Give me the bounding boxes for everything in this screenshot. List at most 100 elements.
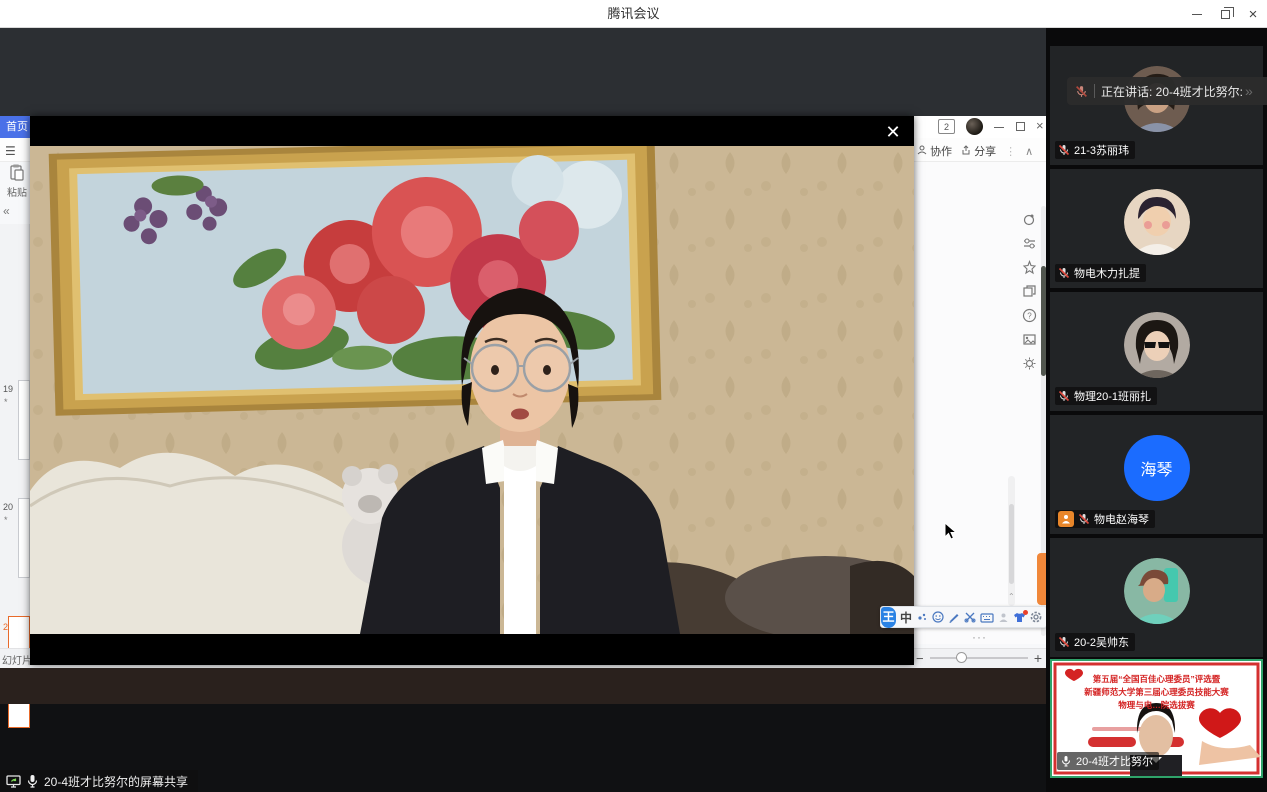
participant-tile[interactable]: 21-3苏丽玮 bbox=[1050, 46, 1263, 165]
window-close-button[interactable]: × bbox=[1239, 0, 1267, 28]
ppt-ribbon-right: 同步 协作 分享 ⋮ ∧ bbox=[900, 142, 1046, 160]
paste-icon bbox=[9, 164, 25, 182]
zoom-out-icon[interactable]: − bbox=[916, 651, 924, 666]
screen-share-icon bbox=[6, 775, 21, 788]
inner-scrollbar-thumb[interactable] bbox=[1009, 504, 1014, 584]
slide-title-lines: 第五届“全国百佳心理委员”评选暨 新疆师范大学第三届心理委员技能大赛 物理与电…… bbox=[1052, 673, 1261, 712]
ime-voice-icon[interactable] bbox=[916, 611, 928, 623]
help-icon[interactable]: ? bbox=[1022, 308, 1037, 323]
zoom-slider-thumb[interactable] bbox=[956, 652, 967, 663]
effects-star-icon[interactable] bbox=[1022, 260, 1037, 275]
name-badge: 21-3苏丽玮 bbox=[1055, 141, 1135, 159]
close-icon: × bbox=[1249, 7, 1258, 22]
app-title: 腾讯会议 bbox=[0, 0, 1267, 28]
ime-settings-icon[interactable] bbox=[1030, 611, 1042, 623]
ppt-close-icon[interactable]: × bbox=[1036, 118, 1044, 133]
paste-label: 粘贴 bbox=[2, 184, 32, 199]
participant-name: 20-4班才比努尔 bbox=[1076, 753, 1153, 769]
name-badge: 物电木力扎提 bbox=[1055, 264, 1146, 282]
mic-muted-icon bbox=[1058, 267, 1070, 279]
toast-chevron-icon: » bbox=[1245, 83, 1253, 99]
ppt-account-avatar[interactable] bbox=[966, 118, 983, 135]
more-ellipsis[interactable]: ··· bbox=[972, 630, 987, 644]
ime-scissors-icon[interactable] bbox=[964, 611, 976, 623]
mic-muted-icon bbox=[1058, 636, 1070, 648]
toast-divider bbox=[1094, 84, 1095, 98]
slide-number: 19 bbox=[3, 384, 13, 394]
window-restore-button[interactable] bbox=[1211, 0, 1239, 28]
hand-raised-badge bbox=[1058, 511, 1074, 527]
participant-tile[interactable]: 物理20-1班丽扎 bbox=[1050, 292, 1263, 411]
participant-tile[interactable]: 海琴 物电赵海琴 bbox=[1050, 415, 1263, 534]
slide-star: * bbox=[4, 397, 8, 407]
mic-muted-icon bbox=[1078, 513, 1090, 525]
participant-tile-speaking[interactable]: ​ ​ ​ 第五届“全国百佳心理委员”评选暨 新疆师范大学第三届心理委员技能大赛… bbox=[1050, 659, 1263, 778]
ime-person-icon[interactable] bbox=[998, 612, 1009, 623]
restore-icon bbox=[1221, 10, 1230, 19]
participant-tile[interactable]: 物电木力扎提 bbox=[1050, 169, 1263, 288]
participant-name: 21-3苏丽玮 bbox=[1074, 142, 1129, 158]
ppt-minimize-icon[interactable] bbox=[994, 127, 1004, 128]
screen-share-banner: 20-4班才比努尔的屏幕共享 bbox=[0, 770, 198, 792]
collab-label[interactable]: 协作 bbox=[917, 143, 952, 159]
slide-thumbnail-panel: 19 * 20 * 21 bbox=[0, 224, 30, 648]
share-banner-text: 20-4班才比努尔的屏幕共享 bbox=[44, 773, 188, 790]
window-minimize-button[interactable] bbox=[1183, 0, 1211, 28]
participant-name: 物电木力扎提 bbox=[1074, 265, 1140, 281]
toast-text: 正在讲话: 20-4班才比努尔: bbox=[1101, 83, 1243, 100]
prev-slide-chevron[interactable]: ⌃ bbox=[1008, 592, 1015, 601]
floating-pen-tool[interactable] bbox=[1037, 553, 1046, 605]
svg-text:?: ? bbox=[1027, 312, 1032, 321]
layout-layers-icon[interactable] bbox=[1022, 284, 1037, 299]
export-image-icon[interactable] bbox=[1022, 332, 1037, 347]
avatar bbox=[1124, 189, 1190, 255]
avatar bbox=[1124, 312, 1190, 378]
ime-keyboard-icon[interactable] bbox=[980, 612, 994, 623]
slide-star: * bbox=[4, 515, 8, 525]
participant-name: 物电赵海琴 bbox=[1094, 511, 1149, 527]
stage-background-top bbox=[0, 28, 1046, 116]
ime-mode-toggle[interactable]: 中 bbox=[900, 609, 912, 626]
ime-logo-icon[interactable]: 王 bbox=[881, 607, 896, 628]
laser-tool-icon[interactable] bbox=[1022, 212, 1037, 227]
page-count-badge: 2 bbox=[938, 119, 955, 134]
zoom-control: − + bbox=[916, 650, 1042, 666]
zoom-slider[interactable] bbox=[930, 657, 1028, 659]
participant-name: 20-2吴帅东 bbox=[1074, 634, 1129, 650]
app-titlebar: 腾讯会议 × bbox=[0, 0, 1267, 28]
slide-thumbnail[interactable] bbox=[18, 498, 30, 578]
video-close-button[interactable]: ✕ bbox=[880, 120, 906, 144]
adjust-sliders-icon[interactable] bbox=[1022, 236, 1037, 251]
zoom-in-icon[interactable]: + bbox=[1034, 650, 1042, 666]
mic-muted-icon bbox=[1058, 390, 1070, 402]
settings-gear-icon[interactable] bbox=[1022, 356, 1037, 371]
share-arrow-icon bbox=[961, 145, 971, 155]
participant-name: 物理20-1班丽扎 bbox=[1074, 388, 1151, 404]
mic-on-icon bbox=[1060, 755, 1072, 767]
share-label[interactable]: 分享 bbox=[961, 143, 996, 159]
more-menu-icon[interactable]: ⋮ bbox=[1005, 145, 1016, 158]
paste-button[interactable]: 粘贴 bbox=[2, 164, 32, 199]
collapse-panel-icon[interactable]: « bbox=[3, 204, 10, 218]
toast-mic-icon bbox=[1075, 85, 1088, 98]
inner-scrollbar[interactable] bbox=[1008, 476, 1015, 606]
participant-tile[interactable]: 20-2吴帅东 bbox=[1050, 538, 1263, 657]
hamburger-menu-icon[interactable]: ☰ bbox=[5, 144, 19, 158]
ime-toolbar: 王 中 bbox=[880, 606, 1047, 628]
mouse-cursor bbox=[944, 522, 957, 541]
name-badge: 物理20-1班丽扎 bbox=[1055, 387, 1157, 405]
ime-pen-icon[interactable] bbox=[948, 611, 960, 623]
slide-counter-label: 幻灯片 bbox=[2, 652, 30, 667]
speaking-toast: 正在讲话: 20-4班才比努尔: » bbox=[1067, 77, 1267, 105]
slide-number: 20 bbox=[3, 502, 13, 512]
collab-person-icon bbox=[917, 145, 927, 155]
ime-skin-icon[interactable] bbox=[1013, 612, 1026, 623]
slide-thumbnail[interactable] bbox=[18, 380, 30, 460]
ppt-restore-icon[interactable] bbox=[1016, 122, 1025, 131]
collapse-ribbon-icon[interactable]: ∧ bbox=[1025, 145, 1033, 158]
banner-mic-icon bbox=[27, 774, 38, 788]
avatar-text: 海琴 bbox=[1124, 435, 1190, 501]
shared-taskbar: 7°C 多云 W ∧ 中 bbox=[0, 668, 1046, 704]
ime-emoji-icon[interactable] bbox=[932, 611, 944, 623]
minimize-icon bbox=[1192, 14, 1202, 15]
